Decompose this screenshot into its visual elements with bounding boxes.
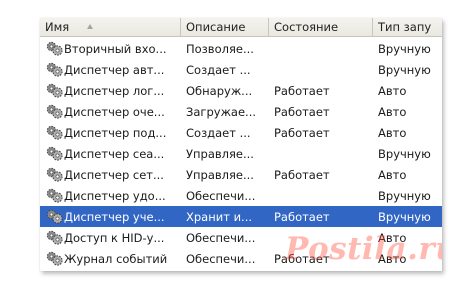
service-startup-type: Авто xyxy=(378,167,407,182)
column-header-status[interactable]: Состояние xyxy=(269,18,373,36)
service-startup-type: Вручную xyxy=(378,62,431,77)
service-startup-type: Авто xyxy=(378,125,407,140)
service-status: Работает xyxy=(274,209,330,224)
service-row[interactable]: Доступ к HID-у... Обеспечи... Авто xyxy=(40,227,442,248)
service-name: Диспетчер оче... xyxy=(64,104,165,119)
service-description: Обеспечи... xyxy=(186,230,256,245)
service-name: Доступ к HID-у... xyxy=(64,230,165,245)
service-name: Вторичный вхо... xyxy=(64,41,167,56)
service-name-cell: Диспетчер сеа... xyxy=(40,146,181,161)
service-description: Хранит и... xyxy=(186,209,253,224)
service-row-selected[interactable]: Диспетчер уче... Хранит и... Работает Вр… xyxy=(40,206,442,227)
column-header-description[interactable]: Описание xyxy=(181,18,269,36)
service-description: Обнаруж... xyxy=(186,83,253,98)
services-rows: Вторичный вхо... Позволяе... Вручную Дис… xyxy=(40,37,442,269)
service-name-cell: Вторичный вхо... xyxy=(40,41,181,56)
service-status: Работает xyxy=(274,167,330,182)
service-gear-icon xyxy=(46,41,63,56)
service-name: Диспетчер удо... xyxy=(64,188,166,203)
service-name-cell: Диспетчер оче... xyxy=(40,104,181,119)
service-description: Создает ... xyxy=(186,62,251,77)
service-row[interactable]: Журнал событий Обеспечи... Работает Авто xyxy=(40,248,442,269)
service-name: Диспетчер под... xyxy=(64,125,167,140)
service-status: Работает xyxy=(274,104,330,119)
service-startup-type: Авто xyxy=(378,251,407,266)
service-description: Загружае... xyxy=(186,104,257,119)
service-row[interactable]: Диспетчер под... Создает ... Работает Ав… xyxy=(40,122,442,143)
service-gear-icon xyxy=(46,104,63,119)
service-name-cell: Диспетчер под... xyxy=(40,125,181,140)
service-gear-icon xyxy=(46,167,63,182)
service-row[interactable]: Диспетчер оче... Загружае... Работает Ав… xyxy=(40,101,442,122)
service-startup-type: Вручную xyxy=(378,146,431,161)
service-row[interactable]: Вторичный вхо... Позволяе... Вручную xyxy=(40,38,442,59)
column-header-startup-type[interactable]: Тип запу xyxy=(373,18,442,36)
service-startup-type: Вручную xyxy=(378,188,431,203)
service-row[interactable]: Диспетчер удо... Обеспечи... Вручную xyxy=(40,185,442,206)
service-startup-type: Вручную xyxy=(378,41,431,56)
services-list-panel: Имя Описание Состояние Тип запу Вторичны… xyxy=(40,18,442,271)
service-gear-icon xyxy=(46,209,63,224)
service-startup-type: Авто xyxy=(378,83,407,98)
column-header-name[interactable]: Имя xyxy=(40,18,181,36)
service-name: Диспетчер лог... xyxy=(64,83,165,98)
service-description: Обеспечи... xyxy=(186,188,256,203)
service-description: Позволяе... xyxy=(186,41,254,56)
service-startup-type: Авто xyxy=(378,230,407,245)
service-name-cell: Диспетчер удо... xyxy=(40,188,181,203)
service-name-cell: Диспетчер сет... xyxy=(40,167,181,182)
service-status: Работает xyxy=(274,125,330,140)
service-status: Работает xyxy=(274,83,330,98)
service-gear-icon xyxy=(46,188,63,203)
service-gear-icon xyxy=(46,251,63,266)
service-gear-icon xyxy=(46,230,63,245)
service-description: Обеспечи... xyxy=(186,251,256,266)
service-row[interactable]: Диспетчер лог... Обнаруж... Работает Авт… xyxy=(40,80,442,101)
service-gear-icon xyxy=(46,125,63,140)
service-description: Управляе... xyxy=(186,167,254,182)
service-startup-type: Авто xyxy=(378,104,407,119)
service-name-cell: Диспетчер авт... xyxy=(40,62,181,77)
service-name: Диспетчер сет... xyxy=(64,167,164,182)
service-name: Диспетчер сеа... xyxy=(64,146,165,161)
service-row[interactable]: Диспетчер авт... Создает ... Вручную xyxy=(40,59,442,80)
column-header-row: Имя Описание Состояние Тип запу xyxy=(40,18,442,37)
service-startup-type: Вручную xyxy=(378,209,431,224)
service-description: Управляе... xyxy=(186,146,254,161)
service-name: Диспетчер уче... xyxy=(64,209,165,224)
service-gear-icon xyxy=(46,83,63,98)
service-name: Журнал событий xyxy=(64,251,168,266)
service-row[interactable]: Диспетчер сет... Управляе... Работает Ав… xyxy=(40,164,442,185)
service-name-cell: Журнал событий xyxy=(40,251,181,266)
service-name: Диспетчер авт... xyxy=(64,62,165,77)
service-gear-icon xyxy=(46,62,63,77)
service-status: Работает xyxy=(274,251,330,266)
service-row[interactable]: Диспетчер сеа... Управляе... Вручную xyxy=(40,143,442,164)
service-name-cell: Диспетчер лог... xyxy=(40,83,181,98)
service-name-cell: Доступ к HID-у... xyxy=(40,230,181,245)
service-description: Создает ... xyxy=(186,125,251,140)
service-gear-icon xyxy=(46,146,63,161)
service-name-cell: Диспетчер уче... xyxy=(40,209,181,224)
